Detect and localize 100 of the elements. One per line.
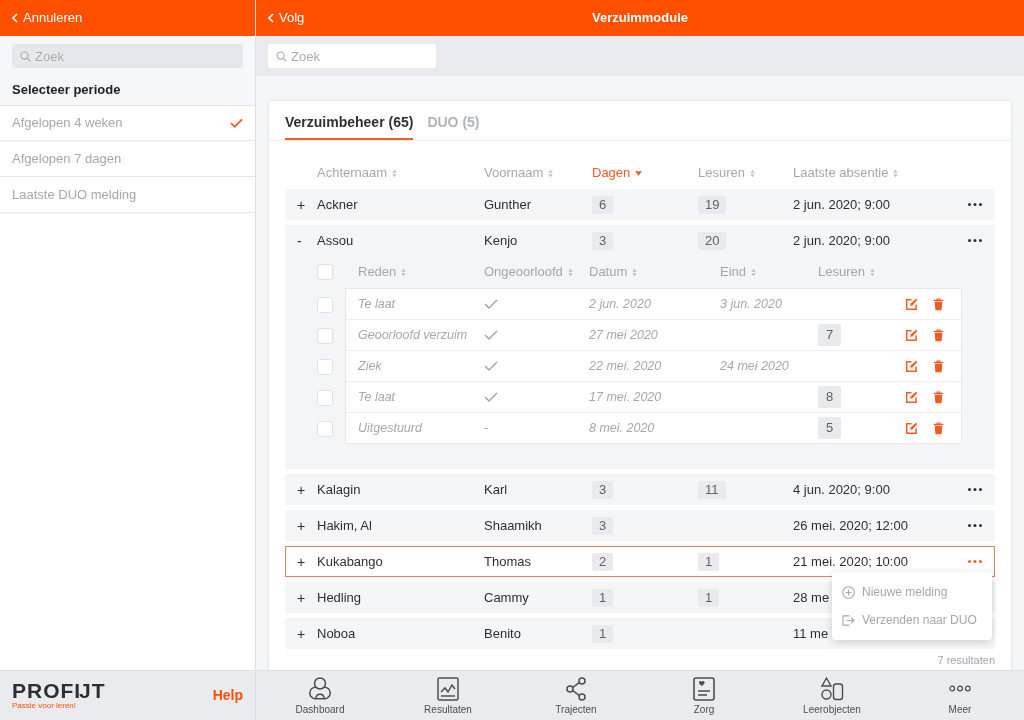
- search-icon: [20, 51, 31, 62]
- reason-text: Te laat: [358, 389, 396, 405]
- first-name: Gunther: [484, 196, 531, 213]
- first-name: Shaamikh: [484, 517, 542, 534]
- first-name: Karl: [484, 481, 508, 498]
- last-name: Ackner: [317, 196, 358, 213]
- sort-icon: [893, 168, 899, 178]
- last-name: Hedling: [317, 589, 362, 606]
- chart-icon: [435, 677, 461, 701]
- logo-tagline: Passie voor leren!: [12, 701, 78, 711]
- first-name: Cammy: [484, 589, 529, 606]
- expand-toggle[interactable]: +: [297, 553, 306, 570]
- page-title: Verzuimmodule: [591, 10, 689, 26]
- more-icon[interactable]: [968, 524, 982, 527]
- days-count: 3: [592, 516, 614, 535]
- results-count: 7 resultaten: [937, 653, 995, 667]
- last-absence-date: 2 jun. 2020; 9:00: [793, 196, 890, 213]
- share-icon: [563, 677, 589, 701]
- checkbox[interactable]: [317, 296, 333, 313]
- people-icon: [307, 677, 333, 701]
- expand-toggle[interactable]: -: [297, 232, 302, 249]
- last-absence-date: 2 jun. 2020; 9:00: [793, 232, 890, 249]
- start-date: 22 mei. 2020: [589, 358, 662, 374]
- last-absence-date: 11 me: [793, 625, 829, 642]
- lesson-hours-count: 7: [818, 324, 842, 346]
- edit-icon[interactable]: [905, 328, 918, 342]
- days-count: 3: [592, 480, 614, 499]
- more-icon[interactable]: [968, 203, 982, 206]
- sort-icon: [401, 267, 407, 277]
- nav-button[interactable]: Meer: [896, 671, 1024, 720]
- sort-icon: [548, 168, 554, 178]
- checkbox[interactable]: [317, 358, 333, 375]
- lesson-hours-count: 11: [698, 480, 726, 499]
- more-icon[interactable]: [968, 488, 982, 491]
- lesson-hours-count: 19: [698, 195, 727, 214]
- sort-icon: [567, 267, 573, 277]
- chevron-left-icon: [12, 13, 18, 23]
- last-name: Hakim, Al: [317, 517, 372, 534]
- checkbox[interactable]: [317, 389, 333, 406]
- select-all-checkbox[interactable]: [317, 264, 333, 280]
- search-field[interactable]: Zoek: [268, 44, 436, 68]
- trash-icon[interactable]: [933, 390, 944, 404]
- edit-icon[interactable]: [905, 390, 918, 404]
- table-row[interactable]: + Kalagin Karl 3 11 4 jun. 2020; 9:00: [285, 474, 995, 505]
- shapes-icon: [819, 677, 845, 701]
- nav-button[interactable]: Zorg: [640, 671, 768, 720]
- table-row[interactable]: + Hakim, Al Shaamikh 3 26 mei. 2020; 12:00: [285, 510, 995, 541]
- start-date: 2 jun. 2020: [589, 296, 651, 312]
- more-icon[interactable]: [968, 239, 982, 242]
- last-absence-date: 28 me: [793, 589, 830, 606]
- table-row[interactable]: + Kukabango Thomas 2 1 21 mei. 2020; 10:00: [285, 546, 995, 577]
- trash-icon[interactable]: [933, 328, 944, 342]
- start-date: 27 mei 2020: [589, 327, 658, 343]
- last-absence-date: 4 jun. 2020; 9:00: [793, 481, 890, 498]
- plus-circle-icon: [842, 585, 855, 599]
- nav-button[interactable]: Trajecten: [512, 671, 640, 720]
- last-name: Assou: [317, 232, 354, 249]
- section-title: Selecteer periode: [12, 82, 122, 98]
- reason-text: Te laat: [358, 296, 396, 312]
- reason-text: Ziek: [358, 358, 382, 374]
- nav-button[interactable]: Dashboard: [256, 671, 384, 720]
- expand-toggle[interactable]: +: [297, 625, 306, 642]
- days-count: 1: [592, 624, 614, 643]
- days-count: 2: [592, 552, 614, 571]
- days-count: 3: [592, 231, 614, 250]
- expand-toggle[interactable]: +: [297, 589, 306, 606]
- trash-icon[interactable]: [933, 421, 944, 435]
- expand-toggle[interactable]: +: [297, 196, 306, 213]
- last-name: Kukabango: [317, 553, 383, 570]
- expand-toggle[interactable]: +: [297, 517, 306, 534]
- checkbox[interactable]: [317, 327, 333, 344]
- trash-icon[interactable]: [933, 359, 944, 373]
- last-absence-date: 21 mei. 2020; 10:00: [793, 553, 908, 570]
- lesson-hours-count: 5: [818, 417, 842, 439]
- lesson-hours-count: 20: [698, 231, 727, 250]
- search-field[interactable]: Zoek: [12, 44, 243, 68]
- edit-icon[interactable]: [905, 297, 918, 311]
- edit-icon[interactable]: [905, 421, 918, 435]
- trash-icon[interactable]: [933, 297, 944, 311]
- search-icon: [276, 51, 287, 62]
- edit-icon[interactable]: [905, 359, 918, 373]
- reason-text: Uitgestuurd: [358, 420, 422, 436]
- start-date: 17 mei. 2020: [589, 389, 662, 405]
- last-absence-date: 26 mei. 2020; 12:00: [793, 517, 908, 534]
- empty-value: -: [484, 420, 489, 436]
- table-row[interactable]: + Ackner Gunther 6 19 2 jun. 2020; 9:00: [285, 189, 995, 220]
- logo-wordmark: PROFĲT: [12, 680, 106, 701]
- lesson-hours-count: 1: [698, 552, 720, 571]
- nav-button[interactable]: Leerobjecten: [768, 671, 896, 720]
- chevron-left-icon: [268, 13, 274, 23]
- nav-button[interactable]: Resultaten: [384, 671, 512, 720]
- export-icon: [842, 614, 855, 626]
- expand-toggle[interactable]: +: [297, 481, 306, 498]
- end-date: 24 mei 2020: [720, 358, 789, 374]
- tab[interactable]: Verzuimbeheer (65): [285, 101, 414, 140]
- checkbox[interactable]: [317, 420, 333, 437]
- end-date: 3 jun. 2020: [720, 296, 782, 312]
- days-count: 6: [592, 195, 614, 214]
- sort-icon: [751, 267, 757, 277]
- sort-icon: [870, 267, 875, 277]
